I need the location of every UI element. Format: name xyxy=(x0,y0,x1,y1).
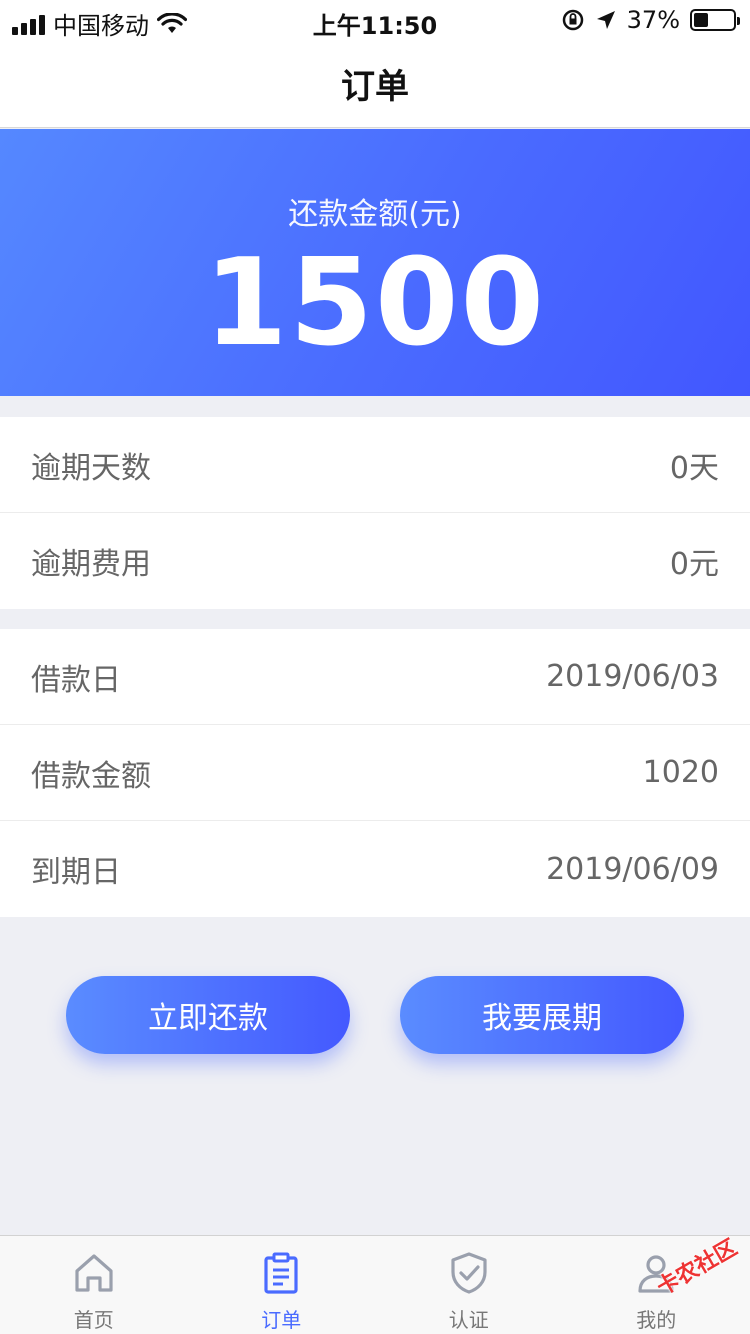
repayment-amount-label: 还款金额(元) xyxy=(288,197,462,232)
battery-fill xyxy=(694,13,709,27)
repayment-banner: 还款金额(元) 1500 xyxy=(0,129,750,396)
list-item-loan-date: 借款日 2019/06/03 xyxy=(0,629,750,725)
repay-now-button[interactable]: 立即还款 xyxy=(66,976,350,1054)
row-value: 0元 xyxy=(669,547,719,582)
tab-verification[interactable]: 认证 xyxy=(375,1236,563,1334)
tab-label: 首页 xyxy=(73,1308,114,1332)
row-value: 0天 xyxy=(669,450,719,486)
row-label: 逾期费用 xyxy=(31,547,151,582)
row-value: 2019/06/03 xyxy=(546,659,719,694)
row-label: 借款金额 xyxy=(31,758,151,794)
location-arrow-icon xyxy=(596,11,615,29)
home-icon xyxy=(75,1254,113,1292)
row-label: 逾期天数 xyxy=(31,450,151,486)
list-item-due-date: 到期日 2019/06/09 xyxy=(0,821,750,917)
list-item-overdue-fee: 逾期费用 0元 xyxy=(0,513,750,609)
list-item-loan-amount: 借款金额 1020 xyxy=(0,725,750,821)
tab-home[interactable]: 首页 xyxy=(0,1236,188,1334)
action-buttons: 立即还款 我要展期 xyxy=(0,976,750,1056)
row-label: 到期日 xyxy=(31,855,121,890)
row-value: 1020 xyxy=(642,755,719,790)
status-right: 37% xyxy=(561,6,740,34)
overdue-info-group: 逾期天数 0天 逾期费用 0元 xyxy=(0,417,750,609)
shield-check-icon xyxy=(451,1252,487,1294)
tab-label: 订单 xyxy=(261,1308,302,1332)
loan-info-group: 借款日 2019/06/03 借款金额 1020 到期日 2019/06/09 xyxy=(0,629,750,917)
battery-percent: 37% xyxy=(626,6,680,34)
row-label: 借款日 xyxy=(31,662,121,698)
page-title: 订单 xyxy=(341,67,409,107)
tab-bar: 首页 订单 认证 我的 xyxy=(0,1235,750,1334)
tab-label: 认证 xyxy=(448,1308,489,1332)
list-item-overdue-days: 逾期天数 0天 xyxy=(0,417,750,513)
tab-label: 我的 xyxy=(636,1308,677,1332)
nav-bar: 订单 xyxy=(0,40,750,128)
battery-icon xyxy=(690,9,740,31)
status-bar: 中国移动 上午11:50 37% xyxy=(0,0,750,40)
row-value: 2019/06/09 xyxy=(546,851,719,887)
repayment-amount-value: 1500 xyxy=(204,234,546,373)
tab-orders[interactable]: 订单 xyxy=(188,1236,376,1334)
order-icon xyxy=(264,1252,298,1294)
extend-loan-button[interactable]: 我要展期 xyxy=(400,976,684,1054)
rotation-lock-icon xyxy=(562,9,583,31)
